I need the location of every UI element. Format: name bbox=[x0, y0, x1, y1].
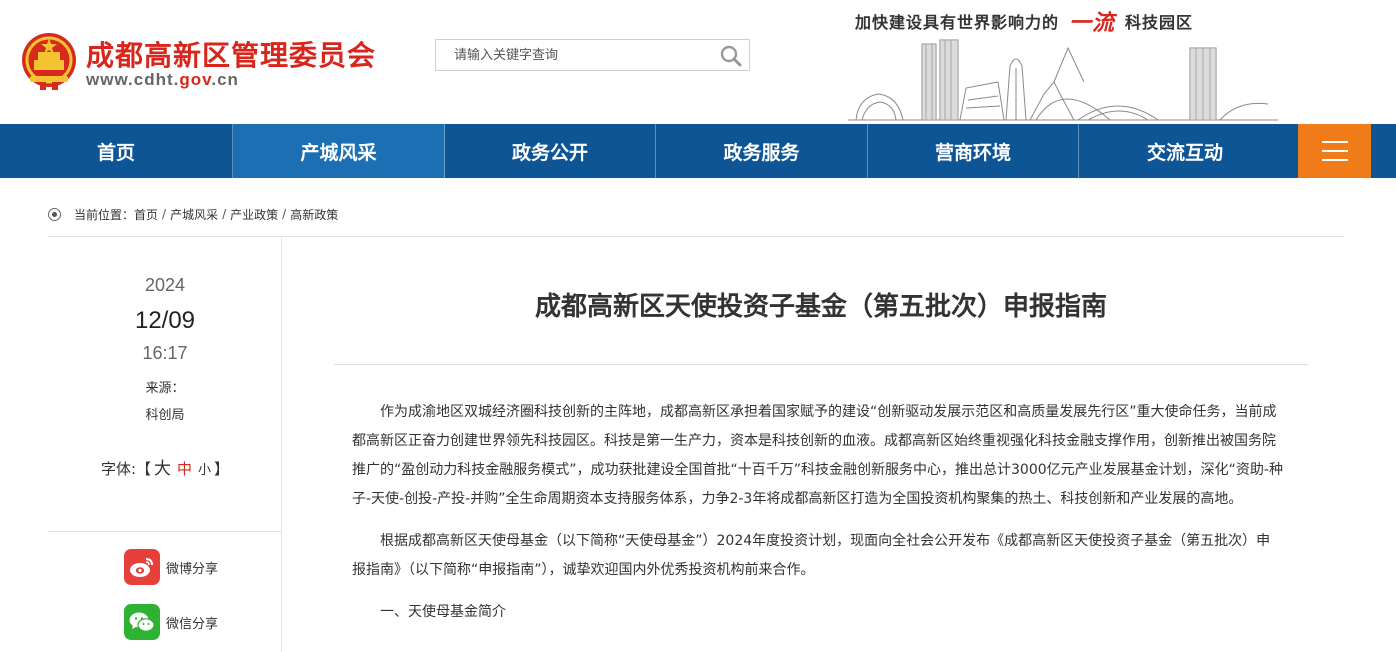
section-heading: 一、天使母基金简介 bbox=[380, 604, 506, 620]
article-paragraph: 作为成渝地区双城经济圈科技创新的主阵地，成都高新区承担着国家赋予的建设“创新驱动… bbox=[352, 404, 1283, 507]
font-size-label: 字体: bbox=[100, 460, 136, 478]
domain-suffix: .cn bbox=[211, 70, 239, 89]
nav-item-gov-open[interactable]: 政务公开 bbox=[445, 124, 656, 178]
wechat-share-label: 微信分享 bbox=[166, 616, 219, 632]
breadcrumb-city[interactable]: 产城风采 bbox=[170, 206, 218, 223]
breadcrumb-separator: / bbox=[162, 207, 167, 221]
site-domain: www.cdht.gov.cn bbox=[86, 70, 239, 90]
breadcrumb-separator: / bbox=[222, 207, 227, 221]
weibo-share-button[interactable]: 微博分享 bbox=[124, 549, 218, 585]
font-size-switcher: 字体:【大中小】 bbox=[48, 454, 282, 479]
font-size-small[interactable]: 小 bbox=[198, 463, 211, 478]
nav-item-city[interactable]: 产城风采 bbox=[233, 124, 445, 178]
article-paragraph: 根据成都高新区天使母基金（以下简称“天使母基金”）2024年度投资计划，现面向全… bbox=[352, 533, 1271, 578]
slogan-after: 科技园区 bbox=[1125, 13, 1194, 32]
slogan-before: 加快建设具有世界影响力的 bbox=[855, 13, 1060, 32]
article-meta-sidebar: 2024 12/09 16:17 来源： 科创局 字体:【大中小】 微博分享 微… bbox=[48, 237, 282, 652]
wechat-icon bbox=[124, 604, 160, 640]
slogan-highlight: 一流 bbox=[1069, 10, 1116, 36]
national-emblem-icon[interactable] bbox=[20, 30, 78, 92]
nav-item-home[interactable]: 首页 bbox=[0, 124, 233, 178]
weibo-icon bbox=[124, 549, 160, 585]
publish-year: 2024 bbox=[144, 275, 186, 295]
publish-time: 16:17 bbox=[142, 343, 188, 363]
source-label: 来源： bbox=[145, 381, 185, 396]
wechat-share-button[interactable]: 微信分享 bbox=[124, 604, 218, 640]
weibo-share-label: 微博分享 bbox=[166, 561, 219, 577]
breadcrumb: 当前位置： 首页 / 产城风采 / 产业政策 / 高新政策 bbox=[48, 204, 338, 224]
site-header: 成都高新区管理委员会 www.cdht.gov.cn 加快建设具有世界影响力的 … bbox=[0, 0, 1396, 124]
nav-item-gov-service[interactable]: 政务服务 bbox=[656, 124, 868, 178]
font-size-medium[interactable]: 中 bbox=[177, 460, 192, 478]
search-box bbox=[435, 39, 750, 71]
location-dot-icon bbox=[48, 207, 61, 221]
domain-highlight: gov bbox=[179, 70, 212, 89]
search-icon[interactable] bbox=[719, 44, 743, 68]
article-body: 作为成渝地区双城经济圈科技创新的主阵地，成都高新区承担着国家赋予的建设“创新驱动… bbox=[352, 398, 1284, 640]
search-input[interactable] bbox=[436, 40, 716, 70]
domain-prefix: www.cdht. bbox=[86, 70, 180, 89]
site-title[interactable]: 成都高新区管理委员会 bbox=[86, 34, 376, 74]
breadcrumb-hightech-policy[interactable]: 高新政策 bbox=[290, 206, 338, 223]
publish-date: 12/09 bbox=[134, 307, 196, 334]
divider bbox=[334, 364, 1308, 365]
source-value: 科创局 bbox=[145, 408, 185, 423]
breadcrumb-home[interactable]: 首页 bbox=[134, 206, 158, 223]
font-bracket-close: 】 bbox=[214, 460, 230, 478]
breadcrumb-policy[interactable]: 产业政策 bbox=[230, 206, 278, 223]
slogan: 加快建设具有世界影响力的 一流 科技园区 bbox=[855, 8, 1194, 36]
divider bbox=[48, 531, 282, 532]
menu-button[interactable] bbox=[1298, 124, 1371, 178]
font-bracket-open: 【 bbox=[136, 460, 152, 478]
nav-item-business[interactable]: 营商环境 bbox=[868, 124, 1079, 178]
breadcrumb-label: 当前位置： bbox=[74, 207, 135, 222]
main-nav: 首页 产城风采 政务公开 政务服务 营商环境 交流互动 bbox=[0, 124, 1396, 178]
font-size-large[interactable]: 大 bbox=[154, 459, 171, 479]
menu-icon bbox=[1321, 141, 1348, 161]
skyline-illustration bbox=[848, 39, 1278, 121]
article-title: 成都高新区天使投资子基金（第五批次）申报指南 bbox=[534, 292, 1107, 322]
breadcrumb-separator: / bbox=[282, 207, 287, 221]
nav-item-interaction[interactable]: 交流互动 bbox=[1079, 124, 1291, 178]
